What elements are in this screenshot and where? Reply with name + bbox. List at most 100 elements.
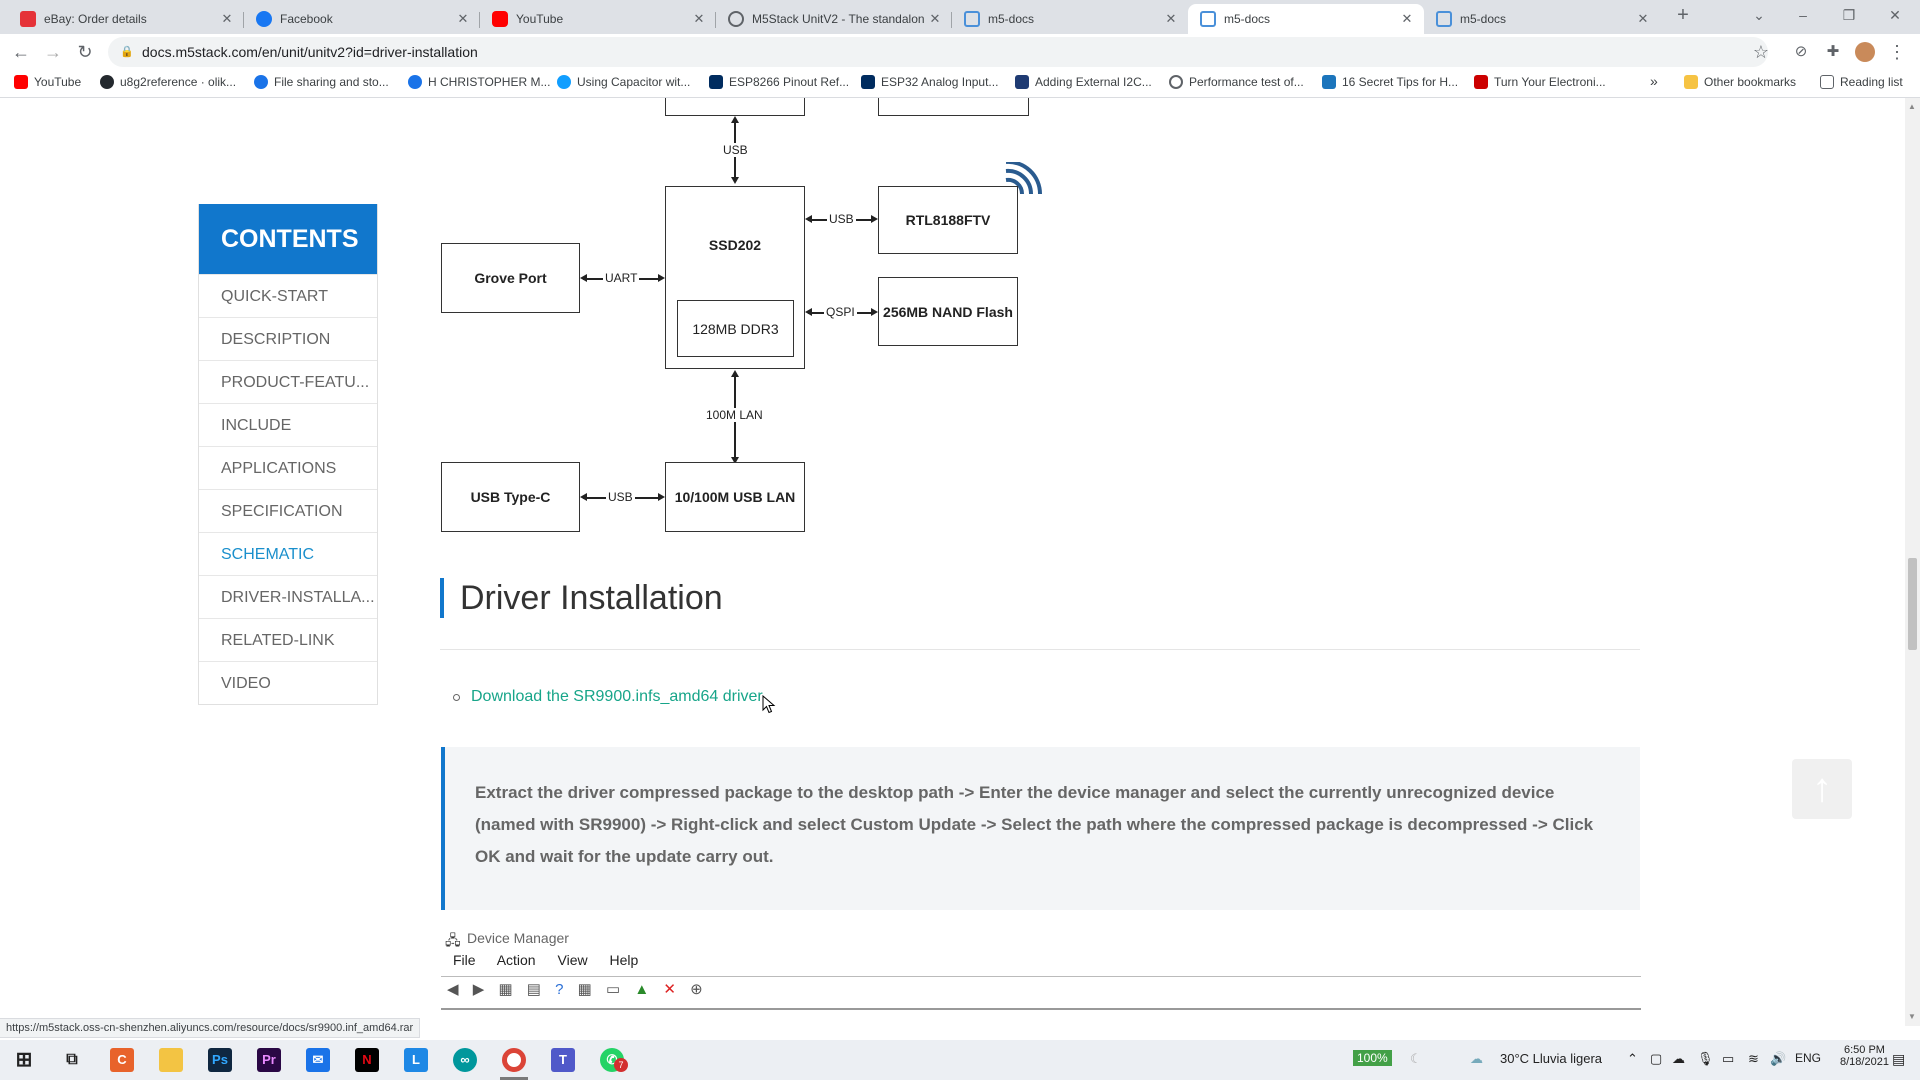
bookmark-christopher[interactable]: H CHRISTOPHER M...: [408, 75, 550, 89]
address-bar[interactable]: 🔒 docs.m5stack.com/en/unit/unitv2?id=dri…: [108, 37, 1768, 67]
tab-youtube[interactable]: YouTube ✕: [480, 4, 716, 34]
wifi-tray-icon[interactable]: ≋: [1748, 1051, 1759, 1067]
task-view-icon[interactable]: ⧉: [60, 1048, 84, 1072]
scrollbar-thumb[interactable]: [1908, 558, 1917, 650]
bookmark-esp32[interactable]: ESP32 Analog Input...: [861, 75, 998, 89]
toc-item-schematic[interactable]: SCHEMATIC: [199, 532, 377, 575]
toc-item-include[interactable]: INCLUDE: [199, 403, 377, 446]
arrowhead: [871, 215, 878, 223]
close-icon[interactable]: ✕: [1396, 11, 1418, 27]
close-window-button[interactable]: ✕: [1872, 0, 1918, 32]
block-label: USB Type-C: [470, 489, 551, 505]
chevron-up-icon[interactable]: ⌃: [1627, 1051, 1638, 1067]
close-icon[interactable]: ✕: [216, 11, 238, 27]
teams-icon[interactable]: T: [551, 1048, 575, 1072]
star-icon[interactable]: ☆: [1749, 40, 1773, 64]
app-l-icon[interactable]: L: [404, 1048, 428, 1072]
restore-button[interactable]: ❐: [1826, 0, 1872, 32]
notifications-icon[interactable]: ▤: [1892, 1051, 1905, 1068]
m5-icon: [1200, 11, 1216, 27]
app-c-icon[interactable]: C: [110, 1048, 134, 1072]
tab-search-icon[interactable]: ⌄: [1736, 0, 1782, 32]
bookmark-i2c[interactable]: Adding External I2C...: [1015, 75, 1152, 89]
wetransfer-icon: [408, 75, 422, 89]
toc-item-applications[interactable]: APPLICATIONS: [199, 446, 377, 489]
schematic-block-usb-lan: 10/100M USB LAN: [665, 462, 805, 532]
wetransfer-icon: [254, 75, 268, 89]
tab-m5-docs-1[interactable]: m5-docs ✕: [952, 4, 1188, 34]
back-to-top-button[interactable]: ↑: [1792, 759, 1852, 819]
close-icon[interactable]: ✕: [688, 11, 710, 27]
bookmark-label: H CHRISTOPHER M...: [428, 75, 551, 89]
microphone-icon[interactable]: 🎙: [1697, 1051, 1714, 1067]
blocker-extension-icon[interactable]: ⊘: [1789, 40, 1813, 64]
tab-m5-docs-3[interactable]: m5-docs ✕: [1424, 4, 1660, 34]
windows-start-icon[interactable]: ⊞: [12, 1048, 36, 1072]
more-menu-icon[interactable]: ⋮: [1885, 40, 1909, 64]
device-manager-screenshot: 🖧 Device Manager File Action View Help ◀…: [441, 930, 1641, 1026]
weather-text[interactable]: 30°C Lluvia ligera: [1500, 1051, 1602, 1066]
volume-icon[interactable]: 🔊: [1770, 1051, 1786, 1067]
chrome-icon[interactable]: [502, 1048, 526, 1072]
tab-m5stack-unitv2[interactable]: M5Stack UnitV2 - The standalone ✕: [716, 4, 952, 34]
tab-ebay[interactable]: eBay: Order details ✕: [8, 4, 244, 34]
avatar[interactable]: [1853, 40, 1877, 64]
toc-item-video[interactable]: VIDEO: [199, 661, 377, 704]
mail-icon[interactable]: ✉: [306, 1048, 330, 1072]
vertical-scrollbar[interactable]: ▲ ▼: [1905, 98, 1920, 1026]
bookmark-youtube[interactable]: YouTube: [14, 75, 81, 89]
globe-icon: [728, 11, 744, 27]
battery-percent[interactable]: 100%: [1353, 1050, 1392, 1066]
toc-item-product-features[interactable]: PRODUCT-FEATU...: [199, 360, 377, 403]
scroll-up-icon[interactable]: ▲: [1908, 102, 1916, 111]
close-icon[interactable]: ✕: [1632, 11, 1654, 27]
tab-facebook[interactable]: Facebook ✕: [244, 4, 480, 34]
bookmark-u8g2[interactable]: u8g2reference · olik...: [100, 75, 236, 89]
m5-icon: [1436, 11, 1452, 27]
tab-m5-docs-active[interactable]: m5-docs ✕: [1188, 4, 1424, 34]
download-driver-link[interactable]: Download the SR9900.infs_amd64 driver: [471, 688, 763, 706]
netflix-icon[interactable]: N: [355, 1048, 379, 1072]
minimize-button[interactable]: –: [1780, 0, 1826, 32]
arduino-icon[interactable]: ∞: [453, 1048, 477, 1072]
toc-item-quick-start[interactable]: QUICK-START: [199, 274, 377, 317]
new-tab-button[interactable]: +: [1660, 0, 1706, 32]
scroll-down-icon[interactable]: ▼: [1908, 1012, 1916, 1021]
other-bookmarks-folder[interactable]: Other bookmarks: [1684, 75, 1796, 89]
photoshop-icon[interactable]: Ps: [208, 1048, 232, 1072]
back-arrow-icon[interactable]: ←: [9, 40, 33, 64]
more-bookmarks-button[interactable]: »: [1650, 73, 1658, 89]
close-icon[interactable]: ✕: [1160, 11, 1182, 27]
cloud-icon[interactable]: ☁: [1672, 1051, 1685, 1067]
premiere-icon[interactable]: Pr: [257, 1048, 281, 1072]
tab-title: Facebook: [280, 12, 333, 26]
toc-item-driver-installation[interactable]: DRIVER-INSTALLA...: [199, 575, 377, 618]
battery-icon[interactable]: ▭: [1722, 1051, 1734, 1067]
label-uart: UART: [603, 271, 640, 285]
bookmark-performance[interactable]: Performance test of...: [1169, 75, 1304, 89]
device-icon[interactable]: ▢: [1650, 1051, 1662, 1067]
toc-title: CONTENTS: [199, 204, 377, 274]
toc-item-description[interactable]: DESCRIPTION: [199, 317, 377, 360]
bookmark-label: ESP8266 Pinout Ref...: [729, 75, 850, 89]
toc-item-related-link[interactable]: RELATED-LINK: [199, 618, 377, 661]
close-icon[interactable]: ✕: [452, 11, 474, 27]
file-explorer-icon[interactable]: [159, 1048, 183, 1072]
label-usb-rtl: USB: [827, 212, 856, 226]
schematic-block-ddr3: 128MB DDR3: [677, 300, 794, 357]
reading-list-button[interactable]: Reading list: [1820, 75, 1903, 89]
bookmark-file-sharing[interactable]: File sharing and sto...: [254, 75, 389, 89]
bookmark-turn-electronics[interactable]: Turn Your Electroni...: [1474, 75, 1606, 89]
bookmark-secret-tips[interactable]: 16 Secret Tips for H...: [1322, 75, 1458, 89]
url-text[interactable]: docs.m5stack.com/en/unit/unitv2?id=drive…: [142, 44, 478, 60]
toc-item-specification[interactable]: SPECIFICATION: [199, 489, 377, 532]
forward-arrow-icon[interactable]: →: [41, 40, 65, 64]
close-icon[interactable]: ✕: [924, 11, 946, 27]
language-indicator[interactable]: ENG: [1795, 1051, 1821, 1065]
extensions-icon[interactable]: ✚: [1821, 40, 1845, 64]
bookmark-esp8266[interactable]: ESP8266 Pinout Ref...: [709, 75, 849, 89]
windows-taskbar: ⊞ ⧉ C Ps Pr ✉ N L ∞ T ✆ 7 100% ☾ ☁ 30°C …: [0, 1040, 1920, 1080]
clock[interactable]: 6:50 PM 8/18/2021: [1840, 1044, 1889, 1068]
bookmark-capacitor[interactable]: Using Capacitor wit...: [557, 75, 690, 89]
reload-icon[interactable]: ↻: [73, 40, 97, 64]
